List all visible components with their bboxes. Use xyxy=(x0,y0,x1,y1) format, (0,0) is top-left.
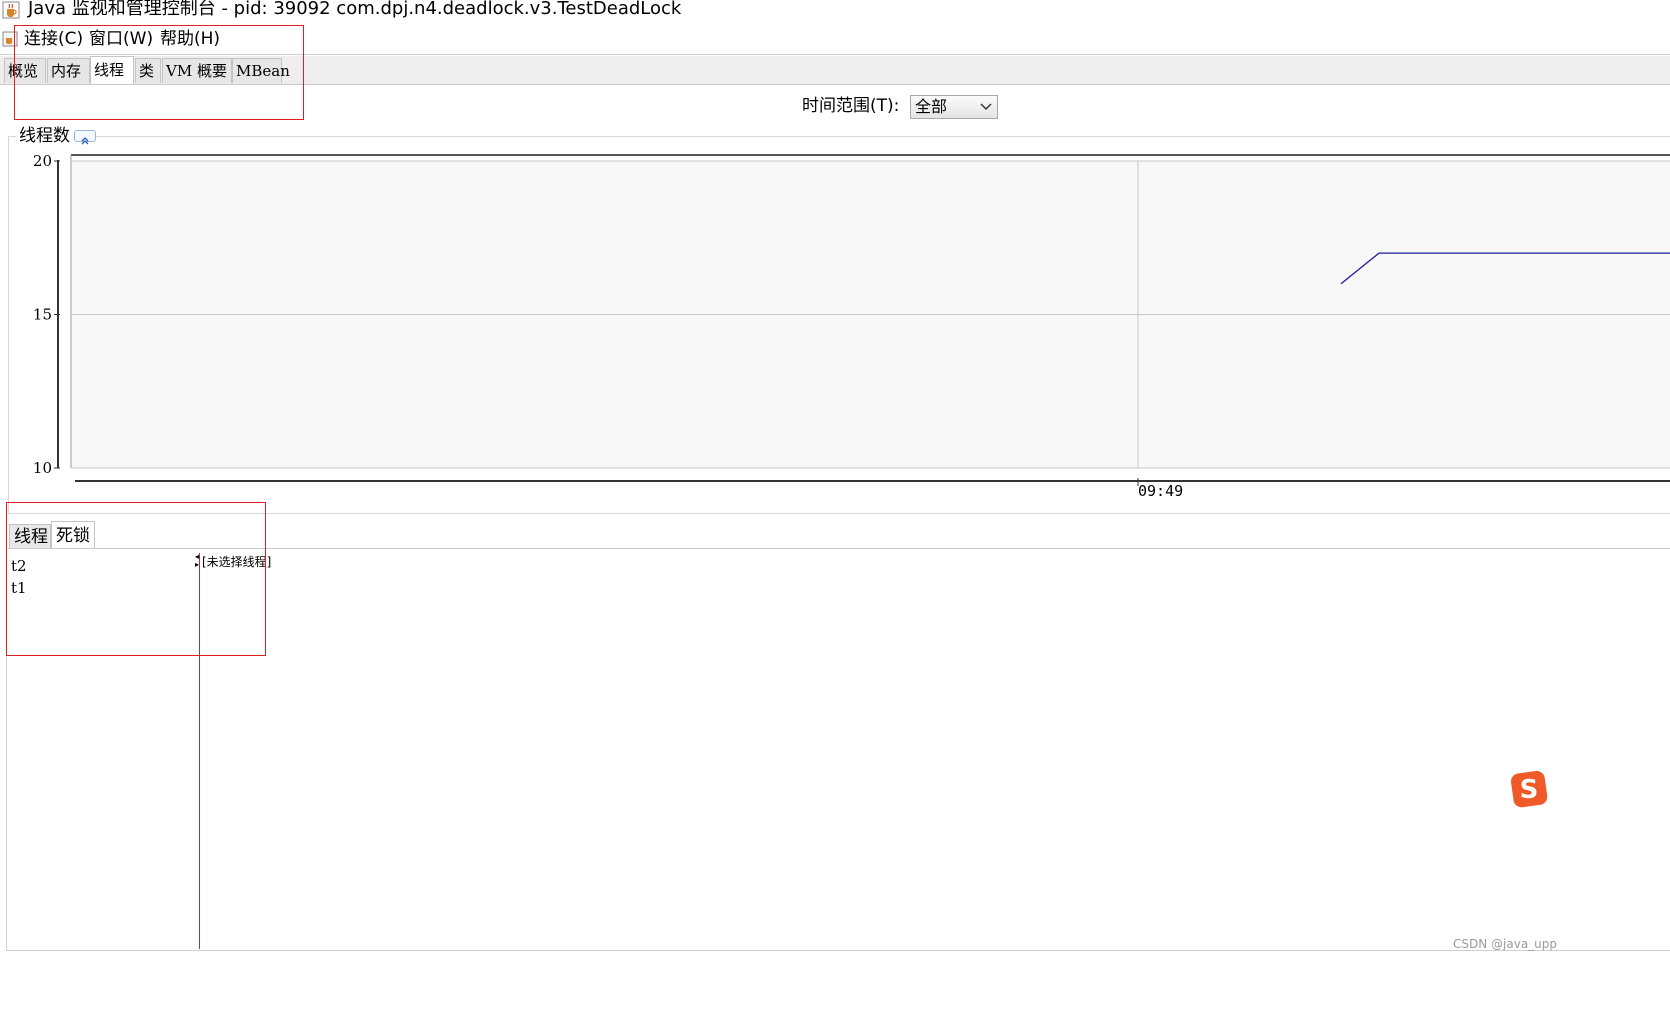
java-cup-icon xyxy=(2,1,20,19)
sogou-ime-icon[interactable]: S xyxy=(1510,768,1550,808)
double-chevron-up-icon xyxy=(81,137,89,145)
y-tick-label: 15 xyxy=(33,306,52,324)
time-range-value: 全部 xyxy=(915,97,948,116)
y-tick-label: 10 xyxy=(33,459,52,477)
time-range-label: 时间范围(T): xyxy=(802,96,900,116)
x-tick-label: 09:49 xyxy=(1138,482,1183,500)
collapse-icon[interactable] xyxy=(74,130,96,145)
thread-count-chart: 20 15 10 09:49 xyxy=(33,152,1670,500)
watermark: CSDN @java_upp xyxy=(1453,937,1558,951)
time-range-select[interactable]: 全部 xyxy=(910,95,998,119)
annotation-box-deadlock xyxy=(6,502,266,656)
window-title: Java 监视和管理控制台 - pid: 39092 com.dpj.n4.de… xyxy=(28,0,682,19)
window-title-bar: Java 监视和管理控制台 - pid: 39092 com.dpj.n4.de… xyxy=(0,0,1670,22)
annotation-box-menu xyxy=(14,25,304,120)
panel-bottom-border xyxy=(6,950,1670,951)
y-tick-label: 20 xyxy=(33,152,52,170)
svg-text:S: S xyxy=(1520,775,1539,805)
chevron-down-icon xyxy=(980,103,992,111)
chart-title: 线程数 xyxy=(16,126,73,146)
chart-frame xyxy=(57,154,1670,482)
